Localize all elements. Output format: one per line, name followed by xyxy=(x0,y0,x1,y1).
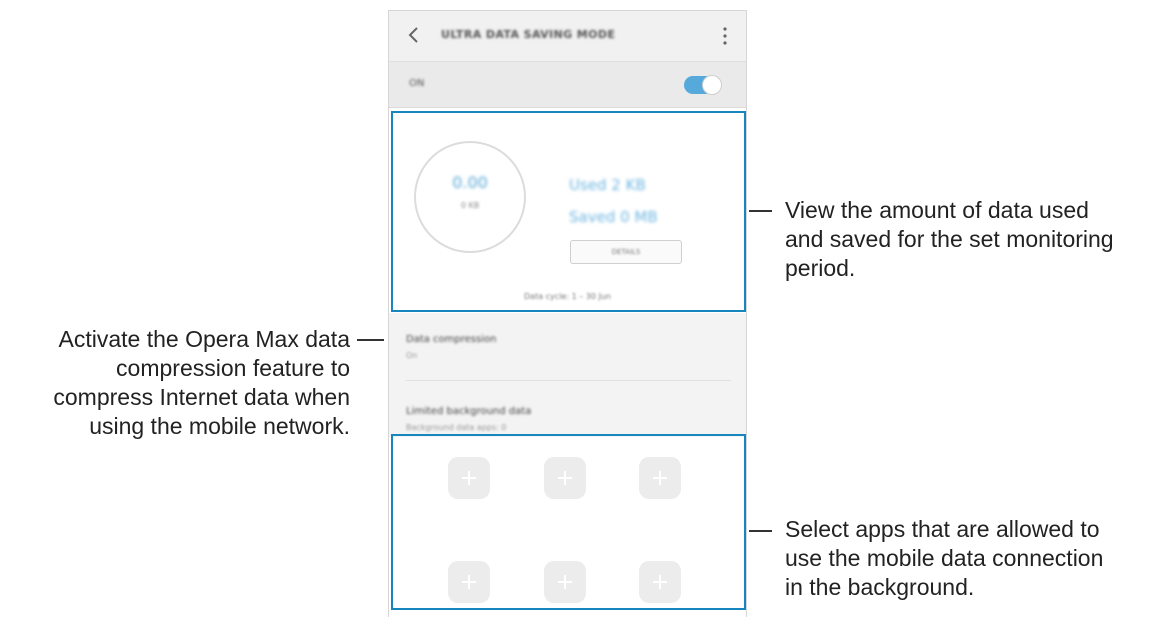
master-switch-label: ON xyxy=(409,78,425,89)
back-arrow-icon[interactable] xyxy=(403,23,425,47)
callout-line: View the amount of data used xyxy=(785,197,1089,223)
usage-highlight-box xyxy=(391,111,746,312)
callout-line: using the mobile network. xyxy=(89,413,350,439)
master-toggle[interactable] xyxy=(684,75,722,95)
master-switch-row[interactable]: ON xyxy=(389,62,746,108)
callout-line: period. xyxy=(785,255,856,281)
callout-line: Select apps that are allowed to xyxy=(785,516,1100,542)
setting-subtitle: Background data apps: 0 xyxy=(406,423,507,432)
page-title: ULTRA DATA SAVING MODE xyxy=(441,28,616,41)
setting-subtitle: On xyxy=(406,351,418,360)
divider xyxy=(406,380,731,381)
callout-line: compress Internet data when xyxy=(53,384,350,410)
compression-leader-line xyxy=(357,339,384,341)
apps-highlight-box xyxy=(391,434,746,610)
settings-list: Data compression On Limited background d… xyxy=(389,314,746,437)
usage-callout: View the amount of data used and saved f… xyxy=(785,196,1114,283)
usage-leader-line xyxy=(749,210,772,212)
callout-line: Activate the Opera Max data xyxy=(58,326,351,352)
callout-line: in the background. xyxy=(785,574,975,600)
setting-title: Limited background data xyxy=(406,406,532,417)
apps-callout: Select apps that are allowed to use the … xyxy=(785,515,1103,602)
callout-line: use the mobile data connection xyxy=(785,545,1104,571)
setting-title: Data compression xyxy=(406,334,497,345)
app-bar: ULTRA DATA SAVING MODE xyxy=(389,11,746,62)
callout-line: compression feature to xyxy=(116,355,350,381)
more-options-icon[interactable] xyxy=(722,25,728,47)
callout-line: and saved for the set monitoring xyxy=(785,226,1114,252)
apps-leader-line xyxy=(749,530,772,532)
setting-data-compression[interactable]: Data compression On xyxy=(406,320,731,376)
compression-callout: Activate the Opera Max data compression … xyxy=(0,325,350,441)
